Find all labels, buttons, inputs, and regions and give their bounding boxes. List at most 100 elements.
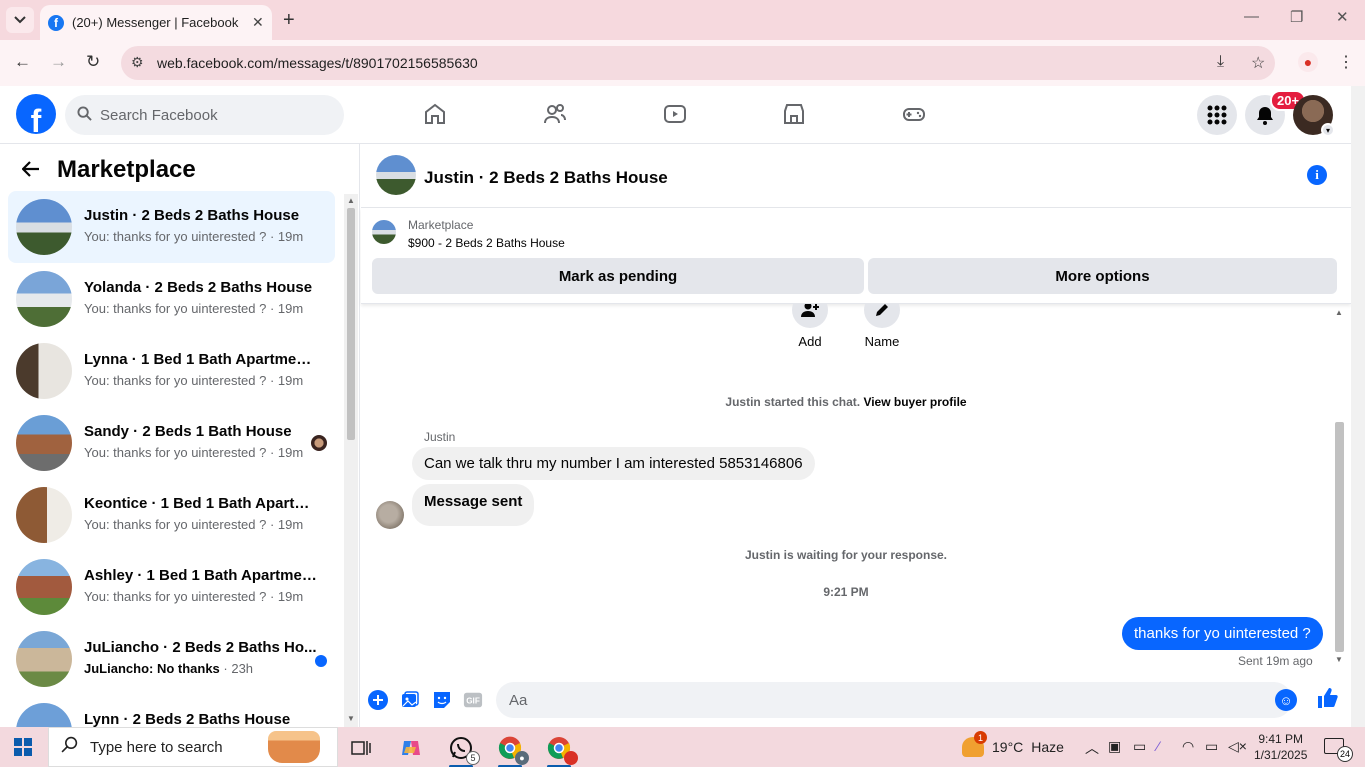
battery-icon[interactable]: ▭ <box>1205 738 1218 755</box>
mark-as-pending-button[interactable]: Mark as pending <box>372 258 864 294</box>
more-options-button[interactable]: More options <box>868 258 1337 294</box>
gif-icon[interactable]: GIF <box>463 690 483 710</box>
tray-app-icon[interactable]: ▣ <box>1108 738 1121 755</box>
taskbar-clock[interactable]: 9:41 PM 1/31/2025 <box>1254 731 1307 763</box>
snippet-time: · 23h <box>219 661 254 676</box>
like-thumb-icon[interactable] <box>1316 687 1338 715</box>
scroll-up-icon[interactable]: ▲ <box>1335 308 1343 317</box>
chrome-icon[interactable] <box>544 733 578 767</box>
conversation-item[interactable]: Sandy · 2 Beds 1 Bath House You: thanks … <box>8 407 335 479</box>
marketplace-icon[interactable] <box>782 102 806 126</box>
pen-icon[interactable]: ⁄ <box>1157 738 1159 754</box>
back-icon[interactable]: ← <box>14 52 31 72</box>
minimize-icon[interactable]: — <box>1244 8 1259 25</box>
incoming-message[interactable]: Message sent <box>412 484 535 526</box>
browser-profile-icon[interactable]: ● <box>1298 52 1318 72</box>
conversation-snippet: You: thanks for yo uinterested ? · 19m <box>84 589 304 604</box>
conversation-item[interactable]: JuLiancho · 2 Beds 2 Baths Ho... JuLianc… <box>8 623 335 695</box>
whatsapp-icon[interactable]: 5 <box>446 733 480 767</box>
reload-icon[interactable]: ↻ <box>86 52 100 72</box>
unread-dot <box>315 655 327 667</box>
name-action[interactable]: Name <box>862 304 902 349</box>
listing-thumbnail <box>16 199 72 255</box>
conversation-item[interactable]: Keontice · 1 Bed 1 Bath Apartme... You: … <box>8 479 335 551</box>
windows-start-icon[interactable] <box>14 738 32 756</box>
notification-center-icon[interactable]: 24 <box>1324 738 1353 762</box>
conversation-item[interactable]: Lynna · 1 Bed 1 Bath Apartment/... You: … <box>8 335 335 407</box>
add-label: Add <box>798 334 822 349</box>
sticker-icon[interactable] <box>432 690 452 710</box>
search-highlight-icon[interactable] <box>268 731 320 763</box>
account-avatar[interactable]: ▾ <box>1293 95 1335 137</box>
listing-thumbnail <box>16 559 72 615</box>
friends-icon[interactable] <box>543 102 567 126</box>
conversation-item[interactable]: Lynn · 2 Beds 2 Baths House <box>8 695 335 727</box>
scrollbar-thumb[interactable] <box>1335 422 1344 652</box>
tab-close-icon[interactable]: ✕ <box>252 14 264 31</box>
message-input-box[interactable] <box>496 682 1292 718</box>
restore-icon[interactable]: ❐ <box>1290 8 1303 26</box>
info-icon[interactable]: i <box>1307 165 1327 185</box>
wifi-icon[interactable]: ◠ <box>1182 738 1194 755</box>
chat-avatar[interactable] <box>376 155 416 195</box>
chat-scrollbar[interactable]: ▲ ▼ <box>1333 308 1347 668</box>
copilot-icon[interactable] <box>396 733 426 763</box>
attach-photo-icon[interactable] <box>400 690 420 710</box>
window-close-icon[interactable]: ✕ <box>1336 8 1349 26</box>
message-thread: Add Name Justin started this chat. View … <box>361 304 1351 674</box>
emoji-icon[interactable]: ☺ <box>1275 689 1297 711</box>
message-input[interactable] <box>496 682 1236 718</box>
listing-banner: Marketplace $900 - 2 Beds 2 Baths House … <box>361 208 1351 304</box>
install-app-icon[interactable]: ⤓ <box>1217 53 1224 71</box>
add-action[interactable]: Add <box>790 304 830 349</box>
listing-thumbnail <box>372 220 396 244</box>
tab-search-button[interactable] <box>6 7 34 33</box>
menu-grid-icon[interactable] <box>1197 95 1237 135</box>
site-info-icon[interactable]: ⚙ <box>131 54 144 71</box>
facebook-search[interactable] <box>65 95 344 135</box>
conversation-snippet: You: thanks for yo uinterested ? · 19m <box>84 229 304 244</box>
facebook-search-input[interactable] <box>100 106 320 124</box>
conversation-snippet: You: thanks for yo uinterested ? · 19m <box>84 373 304 388</box>
forward-icon[interactable]: → <box>50 52 67 72</box>
address-bar[interactable]: ⚙ web.facebook.com/messages/t/8901702156… <box>121 46 1275 80</box>
conversation-item[interactable]: Yolanda · 2 Beds 2 Baths House You: than… <box>8 263 335 335</box>
search-icon <box>61 736 78 758</box>
browser-menu-icon[interactable]: ⋮ <box>1338 52 1354 72</box>
meet-now-icon[interactable]: ▭ <box>1133 738 1146 755</box>
scroll-up-icon[interactable]: ▲ <box>347 196 355 205</box>
video-icon[interactable] <box>663 102 687 126</box>
gaming-icon[interactable] <box>902 102 926 126</box>
more-actions-plus-icon[interactable] <box>368 690 388 710</box>
task-view-icon[interactable] <box>346 733 376 763</box>
sender-avatar[interactable] <box>376 501 404 529</box>
show-hidden-icons-icon[interactable]: ︿ <box>1085 738 1099 758</box>
page-scrollbar[interactable] <box>1351 86 1365 727</box>
chat-title[interactable]: Justin · 2 Beds 2 Baths House <box>424 168 668 188</box>
home-icon[interactable] <box>423 102 447 126</box>
incoming-message[interactable]: Can we talk thru my number I am interest… <box>412 447 815 480</box>
temperature: 19°C <box>992 739 1024 755</box>
browser-tab[interactable]: f (20+) Messenger | Facebook ✕ <box>40 5 272 40</box>
scroll-down-icon[interactable]: ▼ <box>1335 655 1343 664</box>
listing-price[interactable]: $900 - 2 Beds 2 Baths House <box>408 236 565 250</box>
sidebar-scrollbar[interactable]: ▲ ▼ <box>344 194 358 727</box>
tab-title: (20+) Messenger | Facebook <box>72 15 239 30</box>
facebook-logo-icon[interactable]: f <box>16 94 56 134</box>
listing-thumbnail <box>16 703 72 727</box>
view-buyer-profile-link[interactable]: View buyer profile <box>863 395 966 409</box>
outgoing-message[interactable]: thanks for yo uinterested ? <box>1122 617 1323 650</box>
marketplace-inbox-sidebar: Marketplace Justin · 2 Beds 2 Baths Hous… <box>0 144 360 727</box>
weather-widget[interactable]: 1 19°C Haze <box>962 731 1064 757</box>
volume-muted-icon[interactable]: ◁× <box>1228 738 1247 755</box>
scroll-down-icon[interactable]: ▼ <box>347 714 355 723</box>
conversation-item[interactable]: Justin · 2 Beds 2 Baths House You: thank… <box>8 191 335 263</box>
chrome-profile-icon[interactable]: ● <box>495 733 529 767</box>
scrollbar-thumb[interactable] <box>347 208 355 440</box>
new-tab-icon[interactable]: + <box>283 9 295 32</box>
conversation-item[interactable]: Ashley · 1 Bed 1 Bath Apartment... You: … <box>8 551 335 623</box>
facebook-favicon-icon: f <box>48 14 64 31</box>
seen-avatar <box>311 435 327 451</box>
back-arrow-icon[interactable] <box>21 160 40 183</box>
bookmark-star-icon[interactable]: ☆ <box>1251 53 1265 73</box>
